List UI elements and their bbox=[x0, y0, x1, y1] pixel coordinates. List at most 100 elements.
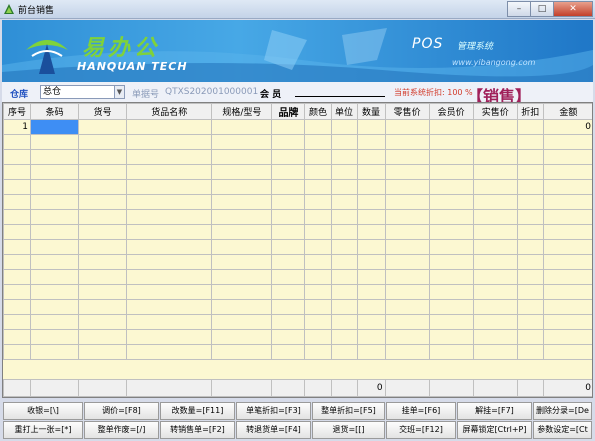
table-cell[interactable] bbox=[211, 119, 273, 135]
table-cell[interactable] bbox=[3, 179, 32, 195]
table-cell[interactable] bbox=[516, 164, 544, 180]
table-cell[interactable] bbox=[356, 209, 386, 225]
table-cell[interactable] bbox=[271, 179, 306, 195]
table-cell[interactable] bbox=[3, 284, 32, 300]
table-cell[interactable] bbox=[211, 254, 273, 270]
table-cell[interactable] bbox=[271, 209, 306, 225]
table-cell[interactable] bbox=[472, 209, 518, 225]
table-cell[interactable] bbox=[472, 194, 518, 210]
table-row[interactable] bbox=[3, 134, 592, 150]
table-cell[interactable] bbox=[30, 179, 80, 195]
table-cell[interactable] bbox=[3, 329, 32, 345]
table-cell[interactable] bbox=[516, 344, 544, 360]
table-cell[interactable] bbox=[542, 254, 592, 270]
table-cell[interactable] bbox=[271, 314, 306, 330]
shift-handover-button[interactable]: 交班=[F12] bbox=[386, 421, 456, 439]
table-cell[interactable] bbox=[384, 179, 430, 195]
adjust-price-button[interactable]: 调价=[F8] bbox=[84, 402, 159, 420]
table-cell[interactable] bbox=[330, 209, 358, 225]
table-cell[interactable] bbox=[271, 194, 306, 210]
table-cell[interactable] bbox=[356, 164, 386, 180]
table-cell[interactable] bbox=[330, 149, 358, 165]
table-cell[interactable] bbox=[356, 329, 386, 345]
table-cell[interactable] bbox=[542, 134, 592, 150]
table-cell[interactable] bbox=[30, 299, 80, 315]
col-header[interactable]: 零售价 bbox=[384, 103, 430, 120]
table-cell[interactable] bbox=[304, 299, 332, 315]
col-header[interactable]: 规格/型号 bbox=[211, 103, 273, 120]
table-cell[interactable] bbox=[211, 179, 273, 195]
sale-items-grid[interactable]: 序号 条码 货号 货品名称 规格/型号 品牌 颜色 单位 数量 零售价 会员价 … bbox=[2, 102, 593, 398]
table-cell[interactable] bbox=[472, 344, 518, 360]
table-cell[interactable] bbox=[211, 239, 273, 255]
change-quantity-button[interactable]: 改数量=[F11] bbox=[160, 402, 235, 420]
reprint-last-button[interactable]: 重打上一张=[*] bbox=[3, 421, 83, 439]
table-cell[interactable] bbox=[472, 179, 518, 195]
table-cell[interactable] bbox=[211, 299, 273, 315]
void-order-button[interactable]: 整单作废=[/] bbox=[84, 421, 159, 439]
table-cell[interactable] bbox=[472, 269, 518, 285]
table-cell[interactable] bbox=[428, 284, 474, 300]
table-cell[interactable] bbox=[126, 299, 213, 315]
table-cell[interactable] bbox=[271, 164, 306, 180]
col-header[interactable]: 单位 bbox=[330, 103, 358, 120]
table-row[interactable] bbox=[3, 209, 592, 225]
table-cell[interactable] bbox=[428, 164, 474, 180]
table-cell[interactable] bbox=[304, 224, 332, 240]
table-row[interactable]: 1 0 bbox=[3, 119, 592, 135]
table-cell[interactable] bbox=[3, 224, 32, 240]
table-cell[interactable] bbox=[472, 134, 518, 150]
table-cell[interactable] bbox=[516, 284, 544, 300]
table-cell[interactable] bbox=[211, 164, 273, 180]
col-header[interactable]: 颜色 bbox=[304, 103, 332, 120]
table-cell[interactable] bbox=[126, 179, 213, 195]
table-cell[interactable] bbox=[304, 254, 332, 270]
close-button[interactable]: ✕ bbox=[553, 1, 593, 17]
table-cell[interactable] bbox=[384, 194, 430, 210]
table-cell[interactable] bbox=[428, 194, 474, 210]
table-cell[interactable] bbox=[542, 314, 592, 330]
table-row[interactable] bbox=[3, 194, 592, 210]
table-cell[interactable] bbox=[516, 179, 544, 195]
table-cell[interactable] bbox=[271, 224, 306, 240]
table-cell[interactable] bbox=[3, 134, 32, 150]
table-cell[interactable] bbox=[516, 239, 544, 255]
table-cell[interactable] bbox=[516, 329, 544, 345]
table-cell[interactable] bbox=[126, 269, 213, 285]
table-cell[interactable] bbox=[384, 344, 430, 360]
table-cell[interactable] bbox=[271, 299, 306, 315]
screen-lock-button[interactable]: 屏幕锁定[Ctrl+P] bbox=[457, 421, 532, 439]
table-cell[interactable] bbox=[126, 314, 213, 330]
table-cell[interactable] bbox=[30, 239, 80, 255]
table-cell[interactable] bbox=[30, 134, 80, 150]
table-cell[interactable] bbox=[330, 269, 358, 285]
table-cell[interactable] bbox=[78, 194, 128, 210]
table-cell[interactable] bbox=[304, 194, 332, 210]
table-cell[interactable] bbox=[384, 209, 430, 225]
table-row[interactable] bbox=[3, 284, 592, 300]
member-input[interactable] bbox=[295, 96, 385, 97]
col-header[interactable]: 品牌 bbox=[271, 103, 306, 120]
table-cell[interactable] bbox=[516, 269, 544, 285]
table-cell[interactable] bbox=[304, 314, 332, 330]
table-cell[interactable] bbox=[304, 209, 332, 225]
table-cell[interactable] bbox=[30, 224, 80, 240]
table-cell[interactable] bbox=[356, 149, 386, 165]
table-cell[interactable] bbox=[30, 254, 80, 270]
table-cell[interactable] bbox=[356, 254, 386, 270]
table-cell[interactable] bbox=[304, 134, 332, 150]
table-cell[interactable] bbox=[384, 164, 430, 180]
table-cell[interactable] bbox=[516, 314, 544, 330]
table-cell[interactable] bbox=[3, 269, 32, 285]
table-cell[interactable] bbox=[78, 254, 128, 270]
table-cell[interactable] bbox=[211, 344, 273, 360]
table-cell[interactable] bbox=[3, 299, 32, 315]
table-cell[interactable] bbox=[542, 269, 592, 285]
table-cell[interactable] bbox=[428, 329, 474, 345]
table-cell[interactable] bbox=[330, 119, 358, 135]
table-cell[interactable] bbox=[78, 344, 128, 360]
table-cell[interactable] bbox=[211, 284, 273, 300]
table-cell[interactable] bbox=[356, 224, 386, 240]
table-cell[interactable] bbox=[211, 194, 273, 210]
table-cell[interactable] bbox=[271, 134, 306, 150]
